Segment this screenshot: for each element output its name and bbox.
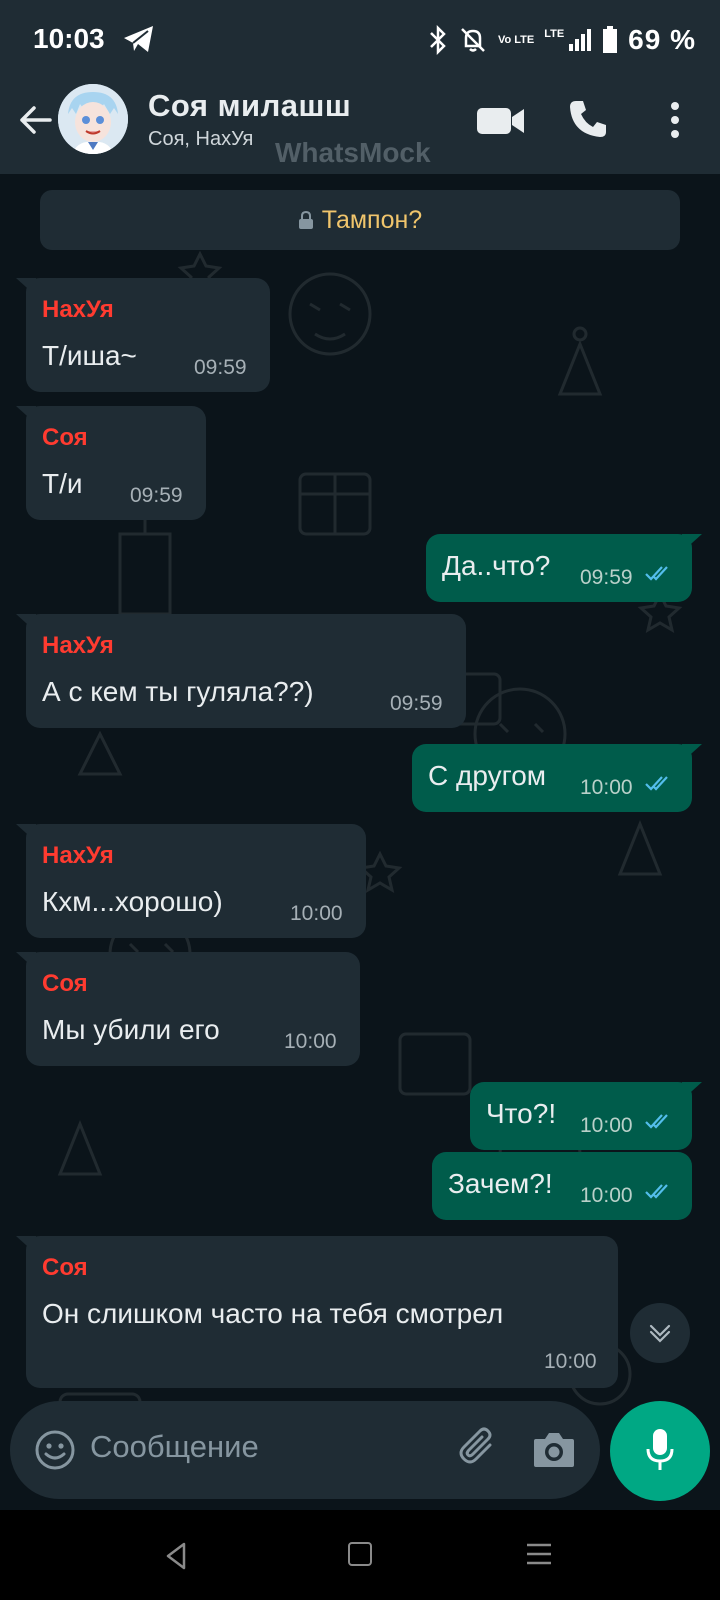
avatar-image (58, 84, 128, 154)
mic-button[interactable] (610, 1401, 710, 1501)
status-bar: 10:03 Vo LTE LTE 69 % (0, 0, 720, 82)
sender-name: НахУя (42, 296, 114, 323)
double-check-icon (645, 776, 668, 791)
message-text: Т/иша~ (42, 340, 137, 371)
message-bubble-outgoing[interactable]: Да..что? 09:59 (426, 534, 702, 602)
mute-icon (461, 28, 485, 52)
sender-name: НахУя (42, 632, 114, 659)
scroll-to-bottom-button[interactable] (630, 1303, 690, 1363)
message-bubble-outgoing[interactable]: С другом 10:00 (412, 744, 702, 812)
chat-title[interactable]: Соя милашш (148, 88, 351, 124)
camera-icon[interactable] (532, 1429, 576, 1469)
double-check-icon (645, 1114, 668, 1129)
nav-back-icon[interactable] (164, 1542, 188, 1570)
message-time: 10:00 (544, 1350, 597, 1373)
system-nav-bar (0, 1510, 720, 1600)
message-time: 10:00 (580, 1184, 633, 1207)
message-bubble-incoming[interactable]: НахУя Т/иша~ 09:59 (16, 278, 270, 392)
battery-percent: 69 % (628, 24, 696, 55)
nav-recent-apps-icon[interactable] (526, 1542, 552, 1566)
message-text: Он слишком часто на тебя смотрел (42, 1298, 504, 1329)
message-input-bar[interactable]: Сообщение (10, 1401, 600, 1499)
bubble-tail (16, 278, 36, 296)
double-check-icon (645, 566, 668, 581)
message-bubble-outgoing[interactable]: Что?! 10:00 (470, 1082, 702, 1150)
message-bubble-incoming[interactable]: Соя Он слишком часто на тебя смотрел 10:… (16, 1236, 618, 1388)
message-input[interactable]: Сообщение (90, 1429, 259, 1465)
lock-icon (298, 211, 313, 229)
back-arrow-icon[interactable] (16, 100, 56, 140)
bubble-tail (16, 1236, 36, 1254)
message-time: 10:00 (580, 1114, 633, 1137)
nav-home-icon[interactable] (348, 1542, 372, 1566)
bluetooth-icon (430, 25, 446, 55)
bubble-tail (16, 614, 36, 632)
message-bubble-incoming[interactable]: НахУя Кхм...хорошо) 10:00 (16, 824, 366, 938)
chevron-down-icon (649, 1324, 671, 1343)
message-time: 09:59 (130, 484, 183, 507)
avatar[interactable] (58, 84, 128, 154)
telegram-icon (124, 26, 153, 52)
watermark: WhatsMock (275, 137, 431, 168)
double-check-icon (645, 1184, 668, 1199)
message-bubble-incoming[interactable]: Соя Т/и 09:59 (16, 406, 206, 520)
bubble-tail (16, 952, 36, 970)
sender-name: НахУя (42, 842, 114, 869)
message-time: 09:59 (390, 692, 443, 715)
video-call-icon[interactable] (476, 104, 526, 138)
message-text: Да..что? (442, 550, 551, 581)
message-bubble-incoming[interactable]: Соя Мы убили его 10:00 (16, 952, 360, 1066)
bubble-tail (16, 824, 36, 842)
mic-icon (646, 1429, 674, 1470)
chat-participants[interactable]: Соя, НахУя (148, 128, 253, 151)
bubble-tail (16, 406, 36, 424)
message-time: 09:59 (580, 566, 633, 589)
lte-indicator: LTE (544, 28, 565, 40)
message-text: С другом (428, 760, 547, 791)
battery-icon (603, 26, 618, 53)
sender-name: Соя (42, 424, 88, 451)
message-time: 09:59 (194, 356, 247, 379)
message-bubble-incoming[interactable]: НахУя А с кем ты гуляла??) 09:59 (16, 614, 466, 728)
encrypted-system-message: Тампон? (40, 190, 680, 250)
status-icons: Vo LTE LTE 69 % (428, 22, 696, 58)
sender-name: Соя (42, 1254, 88, 1281)
bubble-tail (682, 1082, 702, 1100)
more-options-icon[interactable] (668, 100, 682, 140)
message-time: 10:00 (284, 1030, 337, 1053)
message-text: Кхм...хорошо) (42, 886, 223, 917)
message-text: Т/и (42, 468, 83, 499)
voice-call-icon[interactable] (567, 98, 609, 140)
message-text: Что?! (486, 1098, 557, 1129)
sender-name: Соя (42, 970, 88, 997)
message-bubble-outgoing[interactable]: Зачем?! 10:00 (432, 1152, 692, 1220)
system-message-text: Тампон? (321, 205, 423, 234)
chat-header: Соя милашш Соя, НахУя WhatsMock (0, 82, 720, 174)
message-time: 10:00 (580, 776, 633, 799)
message-text: Зачем?! (448, 1168, 553, 1199)
bubble-tail (682, 534, 702, 552)
message-text: А с кем ты гуляла??) (42, 676, 314, 707)
status-time: 10:03 (33, 23, 105, 54)
attach-icon[interactable] (456, 1425, 502, 1471)
signal-icon (569, 29, 592, 51)
bubble-tail (682, 744, 702, 762)
message-text: Мы убили его (42, 1014, 220, 1045)
volte-indicator: Vo LTE (497, 33, 535, 46)
emoji-icon[interactable] (34, 1429, 76, 1471)
message-time: 10:00 (290, 902, 343, 925)
